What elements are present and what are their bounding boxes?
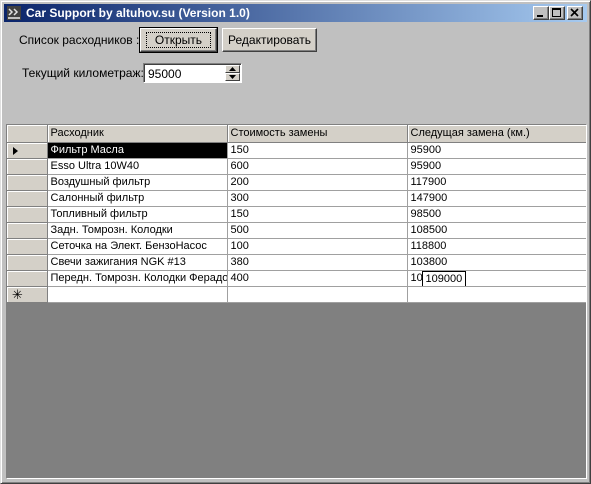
table-row[interactable]: Салонный фильтр 300 147900	[7, 190, 586, 207]
row-pointer-icon	[13, 146, 18, 155]
chevron-down-icon	[229, 75, 236, 79]
row-header[interactable]	[7, 142, 48, 159]
grid-header-row: Расходник Стоимость замены Следущая заме…	[7, 125, 586, 143]
column-header-cost[interactable]: Стоимость замены	[227, 125, 408, 143]
table-row[interactable]: Передн. Томрозн. Колодки Ферадо 400 10 1…	[7, 270, 586, 287]
cell-next-replacement[interactable]: 108500	[407, 222, 586, 239]
cell-cost[interactable]: 380	[227, 254, 408, 271]
spinner-down-button[interactable]	[225, 73, 240, 81]
cell-cost[interactable]: 150	[227, 142, 408, 159]
row-header[interactable]	[7, 270, 48, 287]
cell-cost[interactable]: 300	[227, 190, 408, 207]
row-header[interactable]	[7, 190, 48, 207]
cell-consumable[interactable]: Салонный фильтр	[47, 190, 228, 207]
row-header[interactable]	[7, 222, 48, 239]
cell-consumable[interactable]: Фильтр Масла	[47, 142, 228, 159]
cell-next-replacement[interactable]: 10 109000	[407, 270, 586, 287]
row-header[interactable]	[7, 174, 48, 191]
cell-next-replacement[interactable]: 117900	[407, 174, 586, 191]
cell-consumable[interactable]: Сеточка на Элект. БензоНасос	[47, 238, 228, 255]
row-header[interactable]	[7, 206, 48, 223]
table-row[interactable]: Воздушный фильтр 200 117900	[7, 174, 586, 191]
cell-cost[interactable]: 600	[227, 158, 408, 175]
cell-cost[interactable]: 100	[227, 238, 408, 255]
grid-corner[interactable]	[7, 125, 48, 143]
cell-next-replacement[interactable]: 95900	[407, 142, 586, 159]
cell-consumable[interactable]: Передн. Томрозн. Колодки Ферадо	[47, 270, 228, 287]
column-header-next-replacement[interactable]: Следущая замена (км.)	[407, 125, 586, 143]
window-title: Car Support by altuhov.su (Version 1.0)	[26, 6, 250, 20]
row-header[interactable]	[7, 254, 48, 271]
cell-cost[interactable]: 400	[227, 270, 408, 287]
consumables-grid[interactable]: Расходник Стоимость замены Следущая заме…	[6, 124, 587, 479]
cell-consumable[interactable]: Свечи зажигания NGK #13	[47, 254, 228, 271]
maximize-icon	[552, 8, 561, 17]
chevron-up-icon	[229, 67, 236, 71]
new-row-icon: ✳	[12, 286, 23, 302]
table-row[interactable]: Свечи зажигания NGK #13 380 103800	[7, 254, 586, 271]
edit-button[interactable]: Редактировать	[222, 28, 317, 52]
table-row[interactable]: Сеточка на Элект. БензоНасос 100 118800	[7, 238, 586, 255]
table-row[interactable]: Esso Ultra 10W40 600 95900	[7, 158, 586, 175]
cell-cost[interactable]: 500	[227, 222, 408, 239]
cell-next-replacement[interactable]: 103800	[407, 254, 586, 271]
row-header[interactable]	[7, 238, 48, 255]
table-row[interactable]: Фильтр Масла 150 95900	[7, 142, 586, 159]
mileage-value[interactable]: 95000	[148, 67, 181, 81]
mileage-spinner[interactable]: 95000	[143, 63, 242, 83]
cell-next-replacement[interactable]: 118800	[407, 238, 586, 255]
close-icon	[570, 8, 579, 17]
open-button[interactable]: Открыть	[139, 27, 218, 53]
minimize-button[interactable]	[533, 6, 549, 20]
maximize-button[interactable]	[549, 6, 565, 20]
cell-next-replacement[interactable]	[407, 286, 586, 303]
cell-consumable[interactable]: Задн. Томрозн. Колодки	[47, 222, 228, 239]
title-bar[interactable]: Car Support by altuhov.su (Version 1.0)	[4, 4, 587, 22]
spinner-up-button[interactable]	[225, 65, 240, 73]
column-header-consumable[interactable]: Расходник	[47, 125, 228, 143]
cell-next-replacement[interactable]: 95900	[407, 158, 586, 175]
close-button[interactable]	[567, 6, 583, 20]
cell-cost[interactable]	[227, 286, 408, 303]
open-button-label: Открыть	[145, 32, 212, 48]
cell-consumable[interactable]	[47, 286, 228, 303]
cell-consumable[interactable]: Esso Ultra 10W40	[47, 158, 228, 175]
table-row[interactable]: Топливный фильтр 150 98500	[7, 206, 586, 223]
new-row[interactable]: ✳	[7, 286, 586, 303]
cell-next-replacement[interactable]: 147900	[407, 190, 586, 207]
app-icon	[7, 6, 21, 20]
minimize-icon	[537, 15, 543, 17]
main-window: Car Support by altuhov.su (Version 1.0) …	[0, 0, 591, 484]
row-header[interactable]: ✳	[7, 286, 48, 303]
cell-consumable[interactable]: Топливный фильтр	[47, 206, 228, 223]
mileage-label: Текущий километраж:	[22, 66, 144, 80]
cell-consumable[interactable]: Воздушный фильтр	[47, 174, 228, 191]
cell-cost[interactable]: 200	[227, 174, 408, 191]
consumables-list-label: Список расходников :	[19, 33, 140, 47]
row-header[interactable]	[7, 158, 48, 175]
cell-next-replacement[interactable]: 98500	[407, 206, 586, 223]
table-row[interactable]: Задн. Томрозн. Колодки 500 108500	[7, 222, 586, 239]
cell-cost[interactable]: 150	[227, 206, 408, 223]
cell-edit-box[interactable]: 109000	[421, 270, 467, 285]
